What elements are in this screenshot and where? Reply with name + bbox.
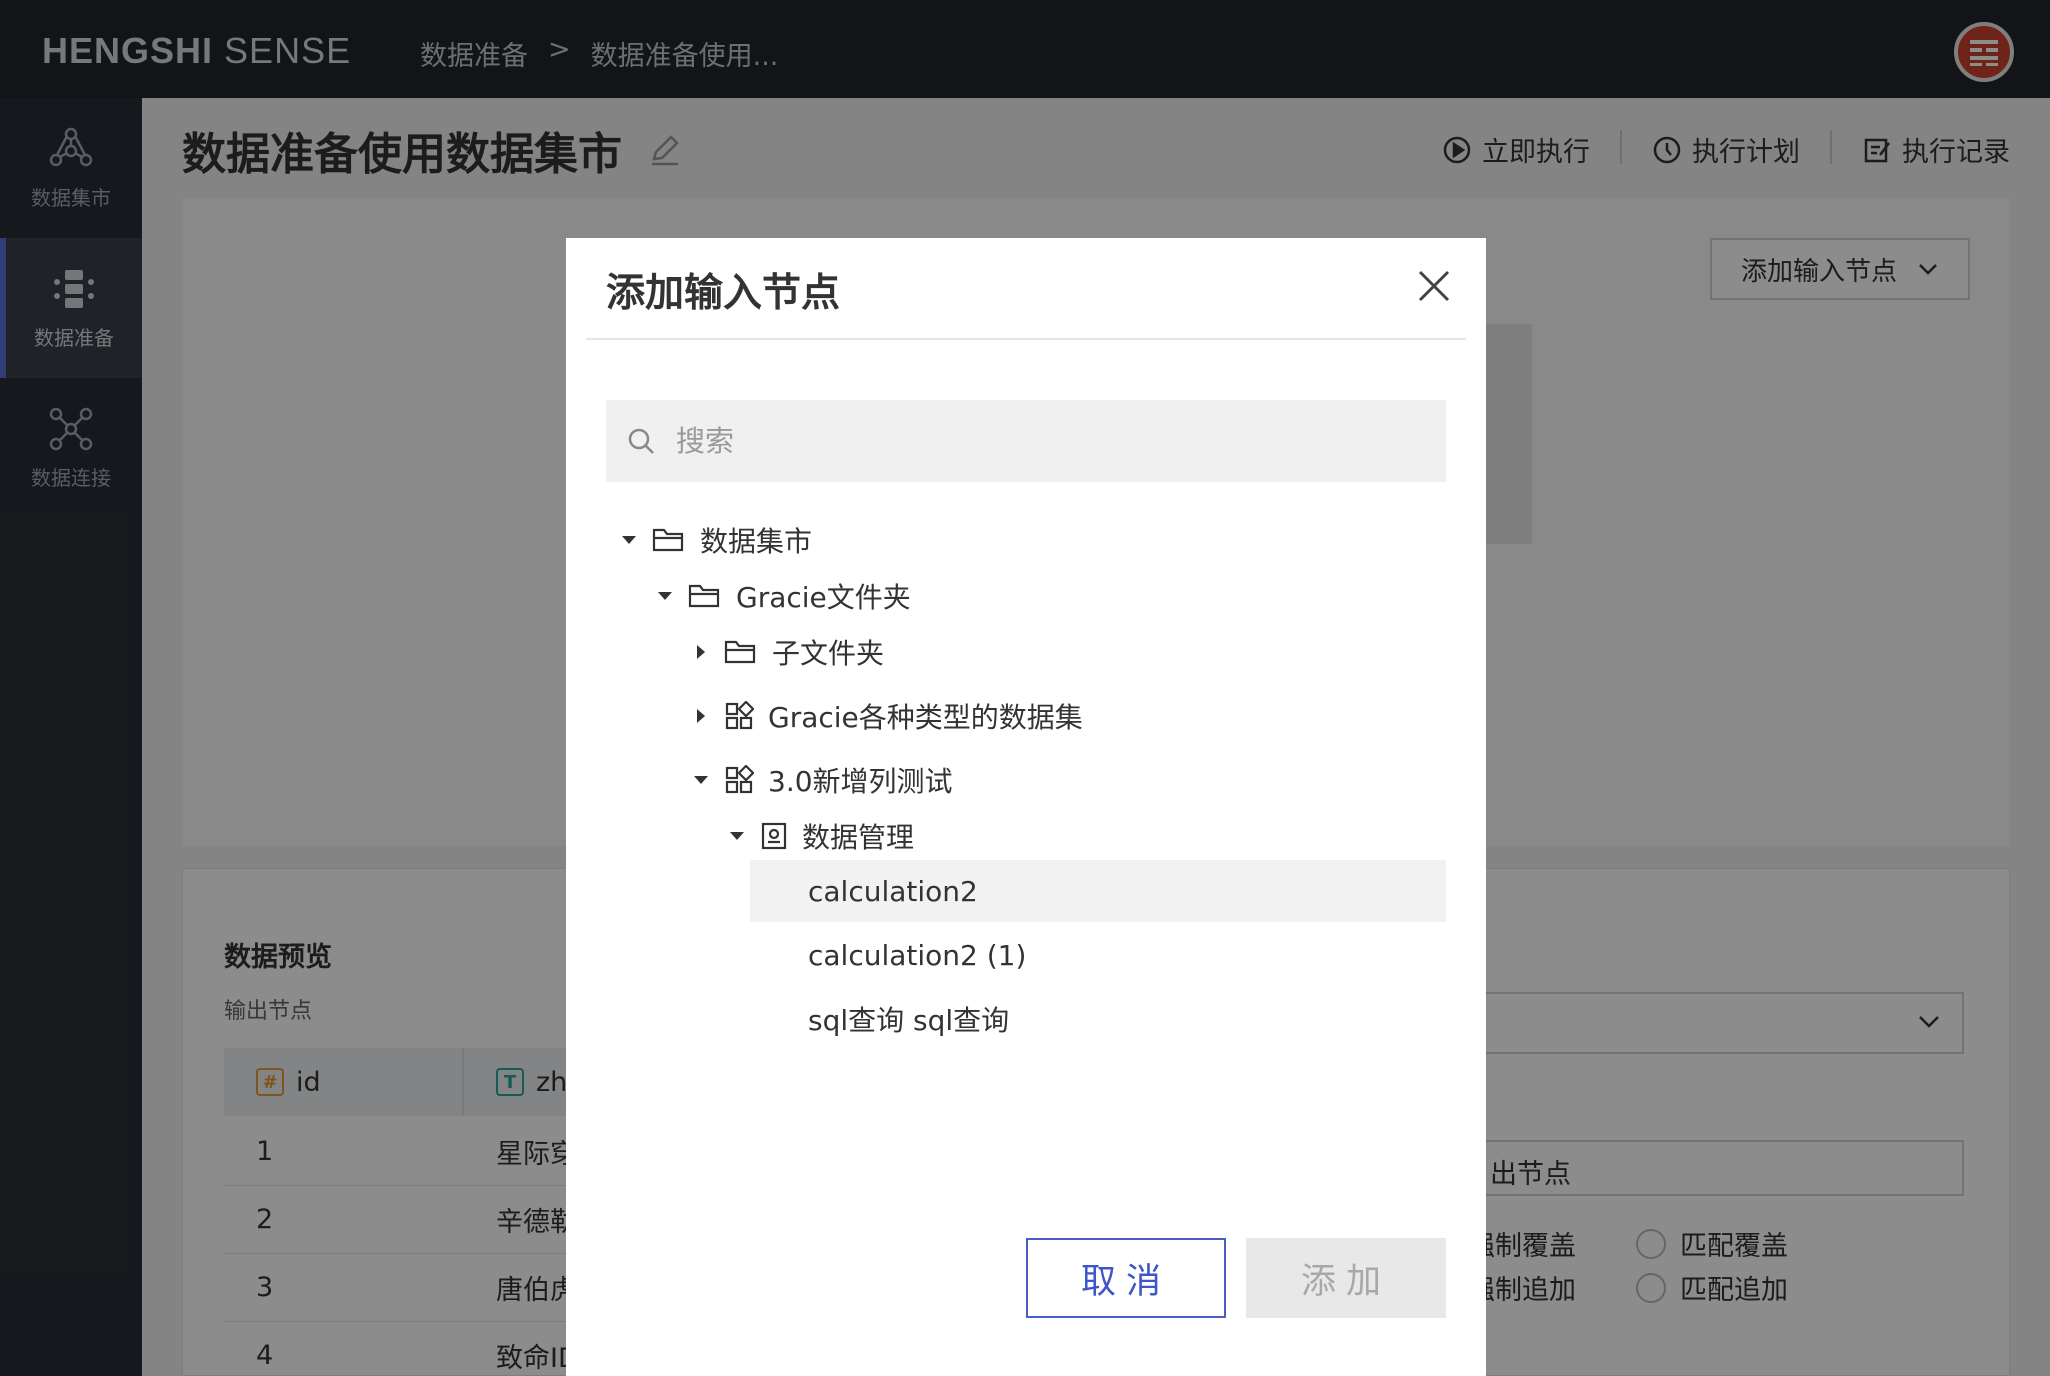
search-bar — [606, 400, 1446, 482]
list-item-calculation2-1[interactable]: calculation2 (1) — [750, 924, 1446, 986]
caret-down-icon[interactable] — [620, 531, 638, 549]
tree-node-gracie-datasets[interactable]: Gracie各种类型的数据集 — [692, 694, 1083, 738]
add-input-node-dialog: 添加输入节点 数据集市 Gracie文件夹 子文件夹 Gracie各种类型的数据… — [566, 238, 1486, 1376]
cancel-button[interactable]: 取消 — [1026, 1238, 1226, 1318]
caret-right-icon[interactable] — [692, 643, 710, 661]
tree-node-gracie-folder[interactable]: Gracie文件夹 — [656, 574, 911, 618]
folder-icon — [688, 584, 720, 608]
app-grid-icon — [725, 765, 754, 794]
divider — [586, 338, 1466, 340]
list-item-calculation2[interactable]: calculation2 — [750, 860, 1446, 922]
search-icon — [628, 428, 654, 454]
search-input[interactable] — [676, 424, 1436, 458]
tree-node-data-mart[interactable]: 数据集市 — [620, 518, 812, 562]
list-item-sql-query[interactable]: sql查询 sql查询 — [750, 988, 1446, 1050]
caret-right-icon[interactable] — [692, 707, 710, 725]
tree-node-data-management[interactable]: 数据管理 — [728, 814, 914, 858]
dataset-icon — [761, 822, 787, 850]
tree-node-subfolder[interactable]: 子文件夹 — [692, 630, 884, 674]
folder-icon — [724, 640, 756, 664]
caret-down-icon[interactable] — [656, 587, 674, 605]
tree-node-new-column-test[interactable]: 3.0新增列测试 — [692, 758, 953, 802]
close-icon[interactable] — [1414, 266, 1454, 306]
add-button[interactable]: 添加 — [1246, 1238, 1446, 1318]
dialog-title: 添加输入节点 — [606, 271, 841, 316]
folder-icon — [652, 528, 684, 552]
caret-down-icon[interactable] — [728, 827, 746, 845]
app-grid-icon — [725, 701, 754, 730]
caret-down-icon[interactable] — [692, 771, 710, 789]
